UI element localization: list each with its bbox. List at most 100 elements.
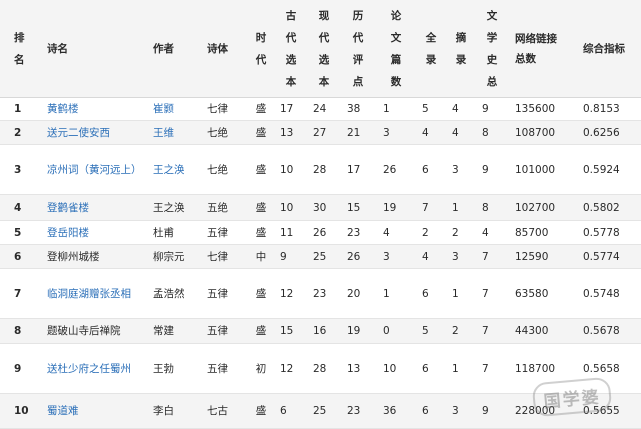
table-header: 排名 诗名 作者 诗体 时代 古代选本 现代选本 历代评点 论文篇数 全录 摘录… (0, 0, 641, 98)
cell-historical-comments: 20 (347, 287, 361, 300)
cell-paper-count: 0 (383, 325, 390, 337)
table-row: 8 题破山寺后禅院 常建 五律 盛 15 16 19 0 5 2 7 44300 0.5678 (0, 319, 641, 344)
header-literary-history: 文学史总 (486, 9, 498, 88)
cell-historical-comments: 23 (347, 226, 361, 239)
cell-author[interactable]: 王之涣 (153, 145, 201, 194)
table-row: 4 登鹳雀楼 王之涣 五绝 盛 10 30 15 19 7 1 8 102700 0.5802 (0, 195, 641, 221)
header-modern-anthologies: 现代选本 (318, 9, 330, 88)
cell-ancient-anthologies: 17 (280, 103, 294, 115)
cell-network-links: 63580 (515, 287, 549, 300)
cell-paper-count: 26 (383, 163, 397, 176)
cell-form: 七绝 (207, 126, 228, 139)
cell-author[interactable]: 王维 (153, 121, 201, 144)
cell-excerpted: 4 (452, 103, 459, 115)
cell-era: 初 (255, 362, 267, 375)
cell-ancient-anthologies: 10 (280, 201, 294, 214)
cell-composite-score: 0.5748 (583, 287, 620, 300)
cell-title[interactable]: 登岳阳楼 (47, 221, 143, 244)
cell-author: 李白 (153, 405, 174, 417)
cell-excerpted: 1 (452, 287, 459, 300)
header-network-links: 网络链接 总数 (515, 32, 557, 65)
cell-composite-score: 0.5924 (583, 163, 620, 176)
cell-excerpted: 2 (452, 325, 459, 337)
cell-literary-history: 7 (482, 250, 489, 263)
cell-modern-anthologies: 28 (313, 163, 327, 176)
table-row: 7 临洞庭湖赠张丞相 孟浩然 五律 盛 12 23 20 1 6 1 7 63580 0.5748 (0, 269, 641, 319)
cell-full-recorded: 5 (422, 325, 429, 337)
cell-full-recorded: 5 (422, 103, 429, 115)
header-author: 作者 (153, 42, 174, 55)
cell-modern-anthologies: 27 (313, 126, 327, 139)
cell-title[interactable]: 黄鹤楼 (47, 98, 143, 120)
header-title: 诗名 (47, 42, 68, 55)
cell-full-recorded: 7 (422, 201, 429, 214)
cell-title: 登柳州城楼 (47, 250, 100, 263)
header-form: 诗体 (207, 42, 228, 55)
header-historical-comments: 历代评点 (352, 9, 364, 88)
cell-full-recorded: 6 (422, 287, 429, 300)
header-excerpted: 摘录 (455, 31, 467, 66)
cell-title[interactable]: 送杜少府之任蜀州 (47, 344, 143, 393)
cell-historical-comments: 21 (347, 126, 361, 139)
cell-excerpted: 3 (452, 250, 459, 263)
cell-rank: 5 (14, 226, 22, 239)
cell-title[interactable]: 蜀道难 (47, 394, 143, 428)
table-row: 6 登柳州城楼 柳宗元 七律 中 9 25 26 3 4 3 7 12590 0.5774 (0, 245, 641, 269)
cell-rank: 9 (14, 362, 22, 375)
cell-network-links: 44300 (515, 325, 549, 337)
cell-modern-anthologies: 16 (313, 325, 327, 337)
cell-era: 盛 (255, 201, 267, 214)
cell-ancient-anthologies: 13 (280, 126, 294, 139)
cell-title[interactable]: 送元二使安西 (47, 121, 143, 144)
cell-modern-anthologies: 28 (313, 362, 327, 375)
table-row: 3 凉州词（黄河远上） 王之涣 七绝 盛 10 28 17 26 6 3 9 101000 0.5924 (0, 145, 641, 195)
cell-network-links: 135600 (515, 103, 556, 115)
cell-title[interactable]: 登鹳雀楼 (47, 195, 143, 220)
cell-literary-history: 8 (482, 126, 489, 139)
table-row: 5 登岳阳楼 杜甫 五律 盛 11 26 23 4 2 2 4 85700 0.5778 (0, 221, 641, 245)
cell-network-links: 101000 (515, 163, 556, 176)
cell-ancient-anthologies: 10 (280, 163, 294, 176)
cell-literary-history: 7 (482, 325, 489, 337)
cell-modern-anthologies: 25 (313, 250, 327, 263)
cell-literary-history: 9 (482, 103, 489, 115)
cell-author[interactable]: 崔颢 (153, 98, 201, 120)
cell-ancient-anthologies: 12 (280, 362, 294, 375)
cell-title[interactable]: 临洞庭湖赠张丞相 (47, 269, 143, 318)
cell-literary-history: 4 (482, 226, 489, 239)
cell-excerpted: 1 (452, 201, 459, 214)
cell-composite-score: 0.5778 (583, 226, 620, 239)
cell-excerpted: 3 (452, 163, 459, 176)
cell-modern-anthologies: 25 (313, 405, 327, 417)
cell-composite-score: 0.8153 (583, 103, 620, 115)
cell-historical-comments: 13 (347, 362, 361, 375)
cell-paper-count: 3 (383, 126, 390, 139)
cell-excerpted: 2 (452, 226, 459, 239)
header-era: 时代 (255, 31, 267, 66)
cell-title[interactable]: 凉州词（黄河远上） (47, 145, 143, 194)
cell-era: 盛 (255, 103, 267, 115)
cell-author: 王之涣 (153, 201, 185, 214)
cell-historical-comments: 15 (347, 201, 361, 214)
cell-network-links: 102700 (515, 201, 556, 214)
cell-historical-comments: 38 (347, 103, 361, 115)
cell-network-links: 85700 (515, 226, 549, 239)
cell-excerpted: 4 (452, 126, 459, 139)
cell-form: 五绝 (207, 201, 228, 214)
cell-paper-count: 36 (383, 405, 397, 417)
cell-ancient-anthologies: 9 (280, 250, 287, 263)
cell-author: 杜甫 (153, 226, 174, 239)
cell-era: 盛 (255, 287, 267, 300)
cell-form: 七律 (207, 250, 228, 263)
cell-form: 七绝 (207, 163, 228, 176)
cell-rank: 2 (14, 126, 22, 139)
cell-author: 常建 (153, 325, 174, 337)
cell-literary-history: 9 (482, 405, 489, 417)
cell-form: 七律 (207, 103, 228, 115)
cell-network-links: 12590 (515, 250, 549, 263)
cell-historical-comments: 23 (347, 405, 361, 417)
cell-ancient-anthologies: 15 (280, 325, 294, 337)
cell-full-recorded: 2 (422, 226, 429, 239)
table-row: 1 黄鹤楼 崔颢 七律 盛 17 24 38 1 5 4 9 135600 0.8153 (0, 98, 641, 121)
cell-era: 中 (255, 250, 267, 263)
